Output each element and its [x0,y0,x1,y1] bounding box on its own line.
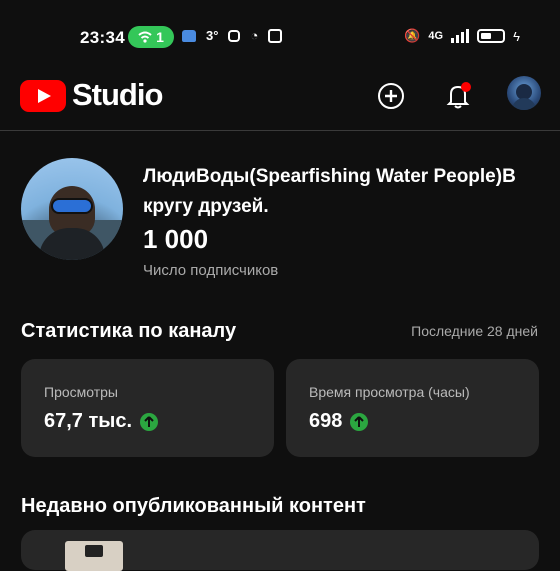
watch-time-value: 698 [309,410,343,432]
watch-time-card[interactable]: Время просмотра (часы) 698 [286,359,539,457]
charging-icon: ϟ [513,28,520,44]
status-bar: 23:34 1 3° ◔ 🔕 4G ϟ [0,0,560,72]
app-title: Studio [72,77,163,112]
camera-icon [268,28,283,43]
status-time: 23:34 [80,28,125,47]
temperature: 3° [206,28,219,43]
watch-time-value-row: 698 [309,410,369,433]
eye-icon: ◔ [250,28,259,43]
views-value-row: 67,7 тыс. [44,410,159,433]
recent-content-card[interactable] [21,530,539,571]
views-card[interactable]: Просмотры 67,7 тыс. [21,359,274,457]
stats-period[interactable]: Последние 28 дней [411,323,538,339]
instagram-icon [228,29,241,42]
video-thumbnail[interactable] [65,541,123,571]
battery-icon [477,29,506,43]
trend-up-icon [140,412,159,431]
add-circle-icon [378,83,404,109]
notifications-button[interactable] [440,78,476,114]
app-header: Studio [0,72,560,131]
wifi-icon [138,31,152,43]
network-type: 4G [428,30,444,42]
youtube-logo-icon [20,80,66,112]
trend-up-icon [350,412,369,431]
views-label: Просмотры [44,384,118,400]
stats-title: Статистика по каналу [21,320,237,342]
recent-content-title: Недавно опубликованный контент [21,495,366,517]
create-button[interactable] [373,78,409,114]
subscriber-label: Число подписчиков [143,262,279,279]
account-avatar[interactable] [507,76,541,110]
hotspot-pill: 1 [128,26,174,48]
channel-avatar[interactable] [21,158,123,260]
bell-icon [446,82,471,109]
watch-time-label: Время просмотра (часы) [309,384,470,400]
android-icon [182,29,196,42]
subscriber-count: 1 000 [143,224,209,254]
hotspot-count: 1 [156,29,164,45]
views-value: 67,7 тыс. [44,410,133,432]
signal-icon [451,29,470,43]
channel-name: ЛюдиВоды(Spearfishing Water People)В кру… [143,166,516,217]
mute-icon: 🔕 [404,28,421,43]
